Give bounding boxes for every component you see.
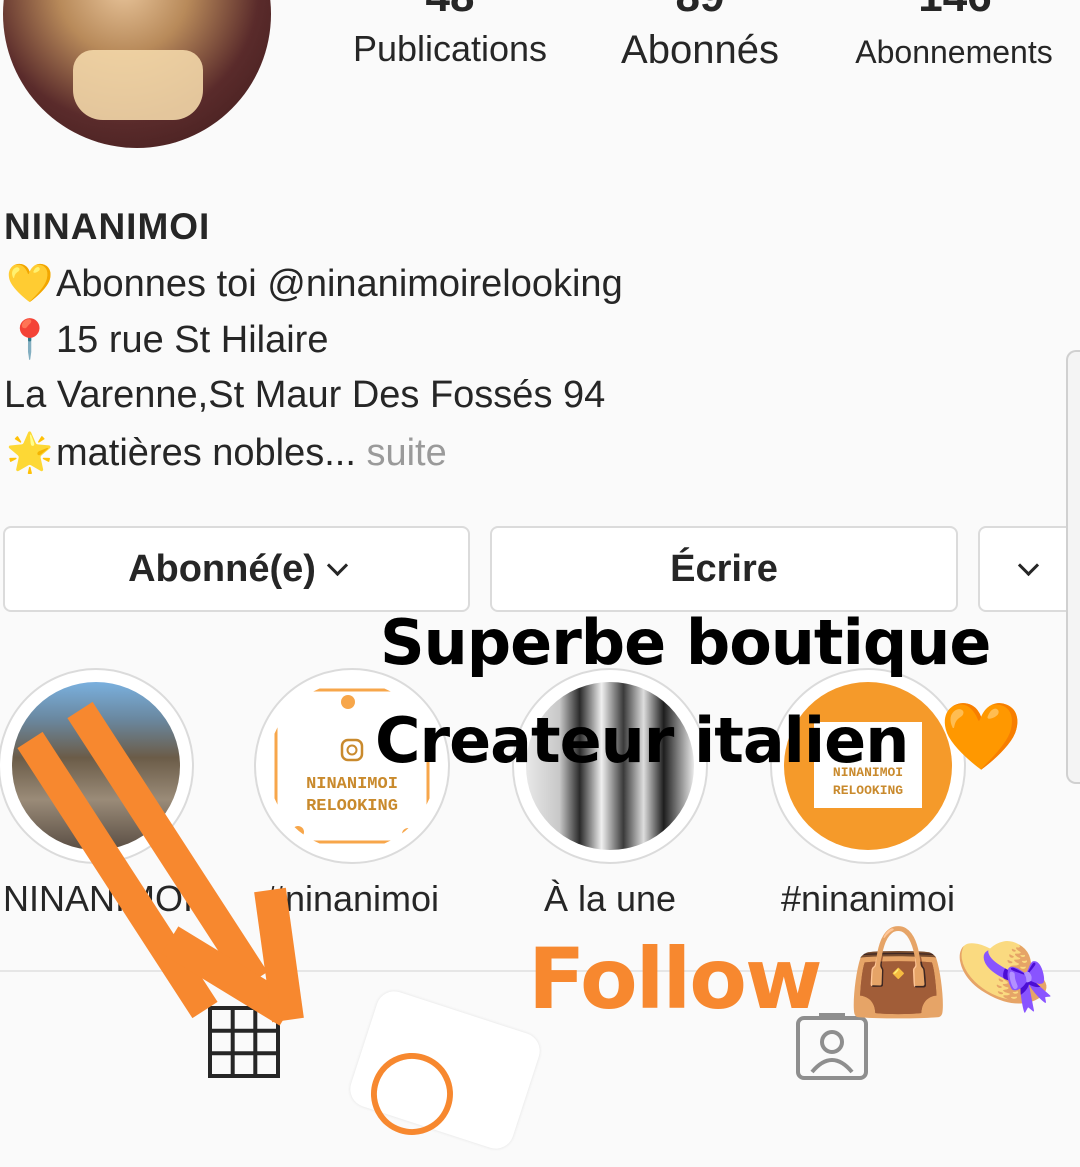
followers-count: 89	[660, 0, 740, 22]
bio-text[interactable]: Abonnes toi @ninanimoirelooking	[56, 263, 623, 305]
profile-avatar[interactable]	[3, 0, 271, 148]
posts-count: 48	[410, 0, 490, 22]
caption-line-2: Createur italien	[375, 704, 909, 777]
bio-text: La Varenne,St Maur Des Fossés 94	[4, 374, 606, 416]
avatar-photo-detail	[73, 50, 203, 120]
following-button[interactable]: Abonné(e)	[3, 526, 470, 612]
arrow-down-icon	[17, 701, 304, 1026]
bio-text: 15 rue St Hilaire	[56, 319, 329, 361]
star-icon: 🌟	[6, 432, 54, 474]
profile-name: NINANIMOI	[4, 206, 211, 247]
posts-label[interactable]: Publications	[330, 28, 570, 70]
caption-line-1: Superbe boutique	[380, 606, 991, 679]
highlight-label: À la une	[543, 878, 677, 919]
following-count: 146	[900, 0, 1010, 22]
logo-text-line-2: RELOOKING	[833, 783, 903, 798]
message-button[interactable]: Écrire	[490, 526, 958, 612]
following-label[interactable]: Abonnements	[836, 34, 1072, 71]
chevron-down-icon	[1017, 554, 1039, 576]
suggested-dropdown-button[interactable]	[978, 526, 1078, 612]
pin-icon: 📍	[6, 319, 54, 361]
sun-hat-icon: 👒	[952, 925, 1057, 1019]
bio-line-3: La Varenne,St Maur Des Fossés 94	[4, 374, 605, 417]
igtv-sticker[interactable]	[345, 986, 545, 1154]
message-button-label: Écrire	[670, 547, 778, 590]
bio-text: matières nobles...	[56, 432, 356, 474]
bio-line-1: 💛Abonnes toi @ninanimoirelooking	[4, 262, 623, 306]
follow-caption: Follow	[528, 930, 823, 1028]
following-button-label: Abonné(e)	[128, 547, 316, 590]
bio-line-4: 🌟matières nobles... suite	[4, 431, 446, 475]
chevron-down-icon	[326, 554, 349, 576]
bio-line-2: 📍15 rue St Hilaire	[4, 318, 328, 362]
highlight-label: #ninanimoi	[780, 878, 956, 919]
igtv-icon	[360, 1042, 464, 1146]
scrollbar[interactable]	[1066, 350, 1080, 784]
yellow-heart-icon: 💛	[6, 263, 54, 305]
bio-more-link[interactable]: suite	[366, 432, 446, 474]
handbag-icon: 👜	[846, 925, 951, 1019]
orange-heart-icon: 🧡	[940, 699, 1023, 773]
followers-label[interactable]: Abonnés	[600, 28, 800, 73]
